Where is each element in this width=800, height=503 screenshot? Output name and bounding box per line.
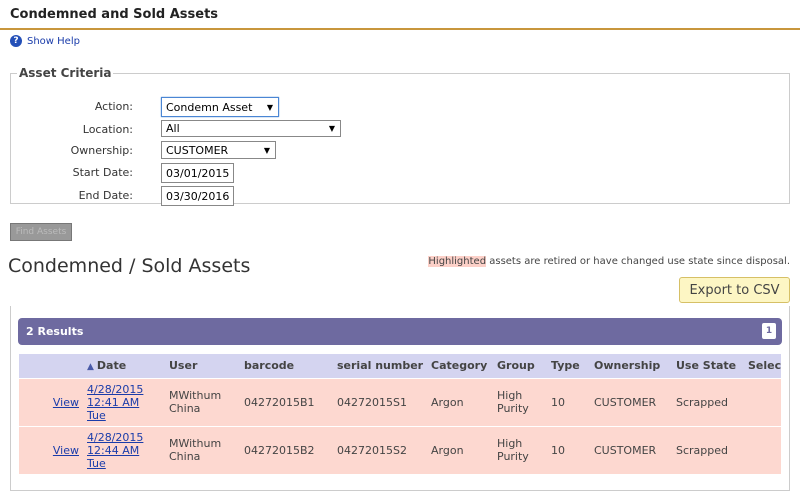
location-label: Location: — [82, 123, 133, 136]
ownership-row: Ownership: CUSTOMER — [11, 141, 771, 161]
col-header-serial[interactable]: serial number — [333, 354, 427, 378]
start-date-label: Start Date: — [72, 166, 133, 179]
serial-cell: 04272015S2 — [333, 425, 427, 474]
location-row: Location: All — [11, 120, 771, 140]
type-cell: 10 — [547, 377, 590, 426]
col-header-barcode[interactable]: barcode — [240, 354, 333, 378]
use-state-cell: Scrapped — [672, 425, 744, 474]
col-header-type[interactable]: Type — [547, 354, 590, 378]
show-help-label: Show Help — [27, 35, 80, 47]
table-row: View 4/28/2015 12:41 AM Tue MWithum China 0… — [19, 377, 781, 426]
location-select[interactable]: All — [161, 120, 341, 137]
ownership-select[interactable]: CUSTOMER — [161, 141, 276, 159]
group-line2: Purity — [497, 402, 529, 415]
results-table: ▲ Date User barcode serial number Categor… — [19, 354, 781, 474]
highlight-note-text: assets are retired or have changed use s… — [486, 256, 790, 267]
group-line2: Purity — [497, 450, 529, 464]
barcode-cell: 04272015B2 — [240, 425, 333, 474]
user-location: China — [169, 450, 201, 464]
select-cell[interactable] — [744, 425, 781, 474]
col-header-user[interactable]: User — [165, 354, 240, 378]
help-icon: ? — [10, 35, 22, 47]
page-header: Condemned and Sold Assets — [0, 0, 800, 30]
date-link[interactable]: 4/28/2015 12:41 AM Tue — [87, 383, 161, 422]
col-header-category[interactable]: Category — [427, 354, 493, 378]
time-line: 12:41 AM — [87, 395, 140, 409]
export-csv-button[interactable]: Export to CSV — [679, 277, 790, 303]
col-header-view — [19, 354, 83, 378]
user-name: MWithum — [169, 389, 222, 402]
table-header-row: ▲ Date User barcode serial number Categor… — [19, 354, 781, 378]
results-bar: 2 Results 1 — [18, 318, 782, 345]
user-location: China — [169, 402, 201, 415]
day-line: Tue — [87, 456, 106, 470]
time-line: 12:44 AM — [87, 443, 140, 457]
show-help-link[interactable]: ? Show Help — [10, 34, 80, 48]
end-date-label: End Date: — [78, 189, 133, 202]
use-state-cell: Scrapped — [672, 377, 744, 426]
end-date-row: End Date: 03/30/2016 — [11, 186, 771, 206]
highlight-note: Highlighted assets are retired or have c… — [428, 256, 790, 267]
ownership-label: Ownership: — [70, 144, 133, 157]
day-line: Tue — [87, 408, 106, 422]
start-date-input[interactable]: 03/01/2015 — [161, 163, 234, 183]
ownership-cell: CUSTOMER — [590, 377, 672, 426]
ownership-cell: CUSTOMER — [590, 425, 672, 474]
category-cell: Argon — [427, 377, 493, 426]
action-label: Action: — [94, 100, 133, 113]
date-link[interactable]: 4/28/2015 12:44 AM Tue — [87, 431, 161, 470]
category-cell: Argon — [427, 425, 493, 474]
type-cell: 10 — [547, 425, 590, 474]
serial-cell: 04272015S1 — [333, 377, 427, 426]
view-link[interactable]: View — [53, 444, 79, 457]
table-row: View 4/28/2015 12:44 AM Tue MWithum China 0… — [19, 425, 781, 474]
action-row: Action: Condemn Asset — [11, 97, 771, 117]
start-date-row: Start Date: 03/01/2015 — [11, 163, 771, 183]
group-line1: High — [497, 389, 523, 402]
end-date-input[interactable]: 03/30/2016 — [161, 186, 234, 206]
view-link[interactable]: View — [53, 396, 79, 409]
col-header-date[interactable]: ▲ Date — [83, 354, 165, 378]
col-header-group[interactable]: Group — [493, 354, 547, 378]
highlight-note-highlight: Highlighted — [428, 256, 487, 267]
date-line: 4/28/2015 — [87, 430, 144, 444]
page-number-button[interactable]: 1 — [762, 323, 776, 339]
sort-ascending-icon: ▲ — [87, 362, 94, 373]
col-header-select: Select — [744, 354, 781, 378]
results-section-title: Condemned / Sold Assets — [8, 255, 251, 277]
col-header-date-label: Date — [96, 359, 127, 373]
action-select[interactable]: Condemn Asset — [161, 97, 279, 117]
col-header-ownership[interactable]: Ownership — [590, 354, 672, 378]
asset-criteria-legend: Asset Criteria — [19, 66, 112, 80]
barcode-cell: 04272015B1 — [240, 377, 333, 426]
date-line: 4/28/2015 — [87, 382, 144, 396]
page-title: Condemned and Sold Assets — [10, 7, 219, 22]
col-header-use-state[interactable]: Use State — [672, 354, 744, 378]
results-count: 2 Results — [26, 325, 84, 338]
select-cell[interactable] — [744, 377, 781, 426]
asset-criteria: Asset Criteria Action: Condemn Asset Loc… — [10, 66, 790, 206]
group-line1: High — [497, 437, 523, 451]
user-name: MWithum — [169, 437, 222, 451]
find-assets-button[interactable]: Find Assets — [10, 223, 72, 241]
